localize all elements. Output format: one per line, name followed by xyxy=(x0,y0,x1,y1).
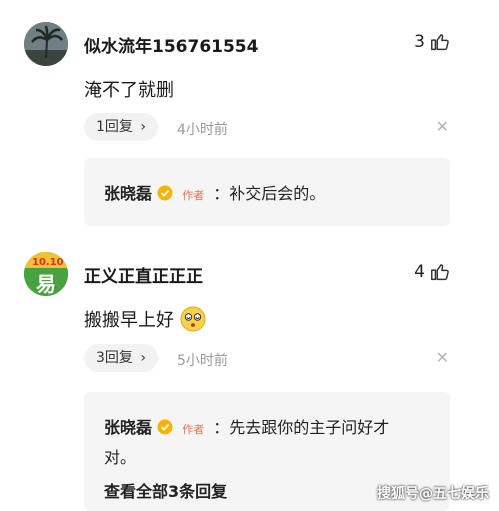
palm-tree-avatar-icon xyxy=(24,22,68,66)
reply-text: ：补交后会的。 xyxy=(213,184,326,203)
close-icon[interactable]: ✕ xyxy=(436,348,449,367)
author-tag: 作者 xyxy=(182,189,205,202)
chevron-right-icon: › xyxy=(140,119,146,135)
close-icon[interactable]: ✕ xyxy=(436,117,449,136)
thumbs-up-icon[interactable] xyxy=(429,261,451,283)
comment-text-label: 搬搬早上好 xyxy=(84,310,174,331)
chevron-right-icon: › xyxy=(140,350,146,366)
avatar-text: 易 xyxy=(36,272,56,296)
avatar[interactable]: 10.10 易 xyxy=(24,252,68,296)
comment-text: 搬搬早上好 xyxy=(84,306,206,332)
like-count: 4 xyxy=(414,262,425,282)
avatar[interactable] xyxy=(24,22,68,66)
comment-text: 淹不了就删 xyxy=(84,80,174,101)
timestamp: 4小时前 xyxy=(177,122,228,138)
author-tag: 作者 xyxy=(182,423,205,436)
reply-count-label: 3回复 xyxy=(96,350,133,366)
verified-badge-icon xyxy=(157,185,173,201)
reply-count-label: 1回复 xyxy=(96,119,133,135)
verified-badge-icon xyxy=(157,419,173,435)
svg-text:10.10: 10.10 xyxy=(32,257,64,268)
view-all-replies-link[interactable]: 查看全部3条回复 xyxy=(104,478,227,502)
timestamp: 5小时前 xyxy=(177,353,228,369)
reply-count-button[interactable]: 1回复 › xyxy=(84,113,158,141)
reply-author[interactable]: 张晓磊 xyxy=(104,418,152,437)
watermark: 搜狐号@五七娱乐 xyxy=(377,486,489,502)
dizzy-face-emoji-icon xyxy=(180,306,206,332)
username[interactable]: 似水流年156761554 xyxy=(84,32,258,57)
reply-preview[interactable]: 张晓磊 作者 ：补交后会的。 xyxy=(84,158,450,226)
like-count: 3 xyxy=(414,32,425,52)
username[interactable]: 正义正直正正正 xyxy=(84,262,203,287)
reply-text-line-2: 对。 xyxy=(104,448,137,467)
reply-text-line-1: ：先去跟你的主子问好才 xyxy=(213,418,390,437)
reply-author[interactable]: 张晓磊 xyxy=(104,184,152,203)
thumbs-up-icon[interactable] xyxy=(429,31,451,53)
reply-count-button[interactable]: 3回复 › xyxy=(84,344,158,372)
